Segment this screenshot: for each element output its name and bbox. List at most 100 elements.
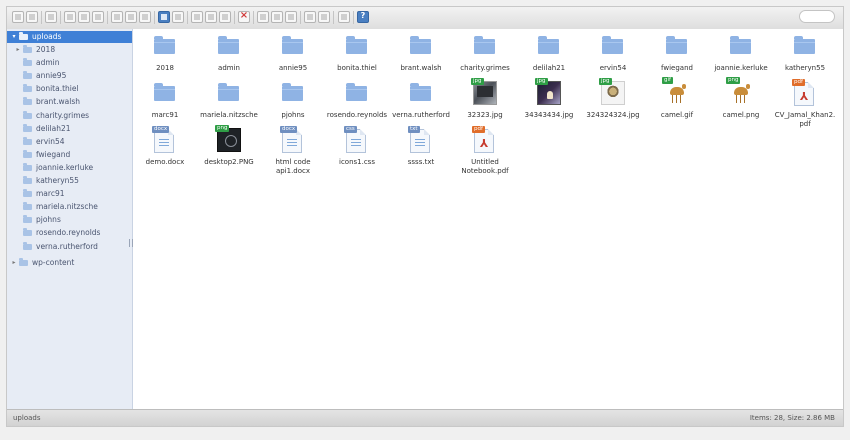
image-thumbnail: jpg xyxy=(599,78,625,105)
tree-item[interactable]: charity.grimes xyxy=(7,110,132,122)
folder-item[interactable]: ervin54 xyxy=(581,33,645,83)
folder-icon xyxy=(218,83,239,101)
folder-item[interactable]: fwiegand xyxy=(645,33,709,83)
edit-icon[interactable] xyxy=(285,11,297,23)
tree-item[interactable]: joannie.kerluke xyxy=(7,162,132,174)
expand-arrow-icon[interactable]: ▸ xyxy=(14,44,22,56)
folder-item[interactable]: admin xyxy=(197,33,261,83)
icons-view-icon[interactable] xyxy=(338,11,350,23)
file-type-badge: jpg xyxy=(471,78,484,85)
file-name-label: 324324324.jpg xyxy=(586,111,640,119)
folder-item[interactable]: bonita.thiel xyxy=(325,33,389,83)
reload-icon[interactable] xyxy=(64,11,76,23)
file-item[interactable]: jpg 32323.jpg xyxy=(453,78,517,130)
delete-icon[interactable]: × xyxy=(238,10,250,23)
archive-icon[interactable] xyxy=(318,11,330,23)
folder-item[interactable]: 2018 xyxy=(133,33,197,83)
tree-item[interactable]: bonita.thiel xyxy=(7,83,132,95)
tree-item[interactable]: annie95 xyxy=(7,70,132,82)
folder-item[interactable]: mariela.nitzsche xyxy=(197,80,261,130)
upload-icon[interactable] xyxy=(139,11,151,23)
file-type-badge: pdf xyxy=(472,126,485,133)
tree-item[interactable]: brant.walsh xyxy=(7,96,132,108)
folder-item[interactable]: pjohns xyxy=(261,80,325,130)
tree-item-label: ervin54 xyxy=(36,136,65,146)
search-input[interactable] xyxy=(799,10,835,23)
folder-icon xyxy=(23,228,32,237)
folder-icon xyxy=(538,36,559,54)
folder-icon xyxy=(23,215,32,224)
download-icon[interactable] xyxy=(158,11,170,23)
folder-icon xyxy=(346,36,367,54)
file-name-label: charity.grimes xyxy=(460,64,510,72)
folder-item[interactable]: brant.walsh xyxy=(389,33,453,83)
tree-item[interactable]: admin xyxy=(7,57,132,69)
folder-icon xyxy=(23,136,32,145)
folder-icon xyxy=(794,36,815,54)
tree-item[interactable]: fwiegand xyxy=(7,149,132,161)
paste-icon[interactable] xyxy=(219,11,231,23)
back-icon[interactable] xyxy=(12,11,24,23)
file-item[interactable]: txt ssss.txt xyxy=(389,126,453,177)
tree-item-label: rosendo.reynolds xyxy=(36,228,101,238)
file-item[interactable]: jpg 34343434.jpg xyxy=(517,78,581,130)
file-item[interactable]: ⅄ pdf Untitled Notebook.pdf xyxy=(453,126,517,177)
tree-item[interactable]: ervin54 xyxy=(7,136,132,148)
extract-icon[interactable] xyxy=(304,11,316,23)
file-item[interactable]: png camel.png xyxy=(709,77,773,130)
expand-arrow-icon[interactable]: ▸ xyxy=(10,257,18,269)
folder-icon xyxy=(23,97,32,106)
help-icon[interactable]: ? xyxy=(357,11,369,23)
folder-item[interactable]: charity.grimes xyxy=(453,33,517,83)
tree-item[interactable]: katheryn55 xyxy=(7,175,132,187)
folder-item[interactable]: marc91 xyxy=(133,80,197,130)
folder-item[interactable]: joannie.kerluke xyxy=(709,33,773,83)
file-item[interactable]: jpg 324324324.jpg xyxy=(581,78,645,130)
save-icon[interactable] xyxy=(92,11,104,23)
tree-item[interactable]: rosendo.reynolds xyxy=(7,227,132,239)
file-type-badge: gif xyxy=(662,77,673,84)
image-thumbnail: gif xyxy=(662,77,689,105)
file-name-label: 34343434.jpg xyxy=(524,111,574,119)
tree-item[interactable]: mariela.nitzsche xyxy=(7,201,132,213)
folder-item[interactable]: delilah21 xyxy=(517,33,581,83)
folder-icon xyxy=(23,162,32,171)
file-item[interactable]: docx demo.docx xyxy=(133,126,197,177)
tree-item[interactable]: marc91 xyxy=(7,188,132,200)
view-icon[interactable] xyxy=(172,11,184,23)
tree-item[interactable]: ▸ 2018 xyxy=(7,44,132,56)
home-icon[interactable] xyxy=(78,11,90,23)
file-item[interactable]: gif camel.gif xyxy=(645,77,709,130)
folder-item[interactable]: annie95 xyxy=(261,33,325,83)
cut-icon[interactable] xyxy=(205,11,217,23)
tree-item-label: katheryn55 xyxy=(36,176,79,185)
folder-item[interactable]: katheryn55 xyxy=(773,33,837,83)
tree-item[interactable]: pjohns xyxy=(7,214,132,226)
file-name-label: fwiegand xyxy=(661,64,693,72)
folder-item[interactable]: verna.rutherford xyxy=(389,80,453,130)
tree-item[interactable]: verna.rutherford xyxy=(7,241,132,253)
new-file-icon[interactable] xyxy=(125,11,137,23)
collapse-arrow-icon[interactable]: ▾ xyxy=(10,31,18,43)
pdf-file-icon: ⅄ pdf xyxy=(792,79,814,106)
duplicate-icon[interactable] xyxy=(257,11,269,23)
tree-item-wp-content[interactable]: ▸ wp-content xyxy=(7,257,132,269)
tree-item-label: mariela.nitzsche xyxy=(36,202,98,212)
forward-icon[interactable] xyxy=(26,11,38,23)
copy-icon[interactable] xyxy=(191,11,203,23)
rename-icon[interactable] xyxy=(271,11,283,23)
file-item[interactable]: docx html code api1.docx xyxy=(261,126,325,177)
file-name-label: html code api1.docx xyxy=(275,158,311,175)
folder-item[interactable]: rosendo.reynolds xyxy=(325,80,389,130)
tree-item-label: marc91 xyxy=(36,189,65,199)
file-item[interactable]: css icons1.css xyxy=(325,126,389,177)
up-icon[interactable] xyxy=(45,11,57,23)
tree-item-uploads[interactable]: ▾ uploads xyxy=(7,31,132,43)
file-item[interactable]: png desktop2.PNG xyxy=(197,125,261,177)
file-item[interactable]: ⅄ pdf CV_Jamal_Khan2.pdf xyxy=(773,79,837,130)
file-name-label: Untitled Notebook.pdf xyxy=(461,158,509,175)
folder-icon xyxy=(23,202,32,211)
tree-item[interactable]: delilah21 xyxy=(7,123,132,135)
document-file-icon: docx xyxy=(152,126,174,153)
new-folder-icon[interactable] xyxy=(111,11,123,23)
